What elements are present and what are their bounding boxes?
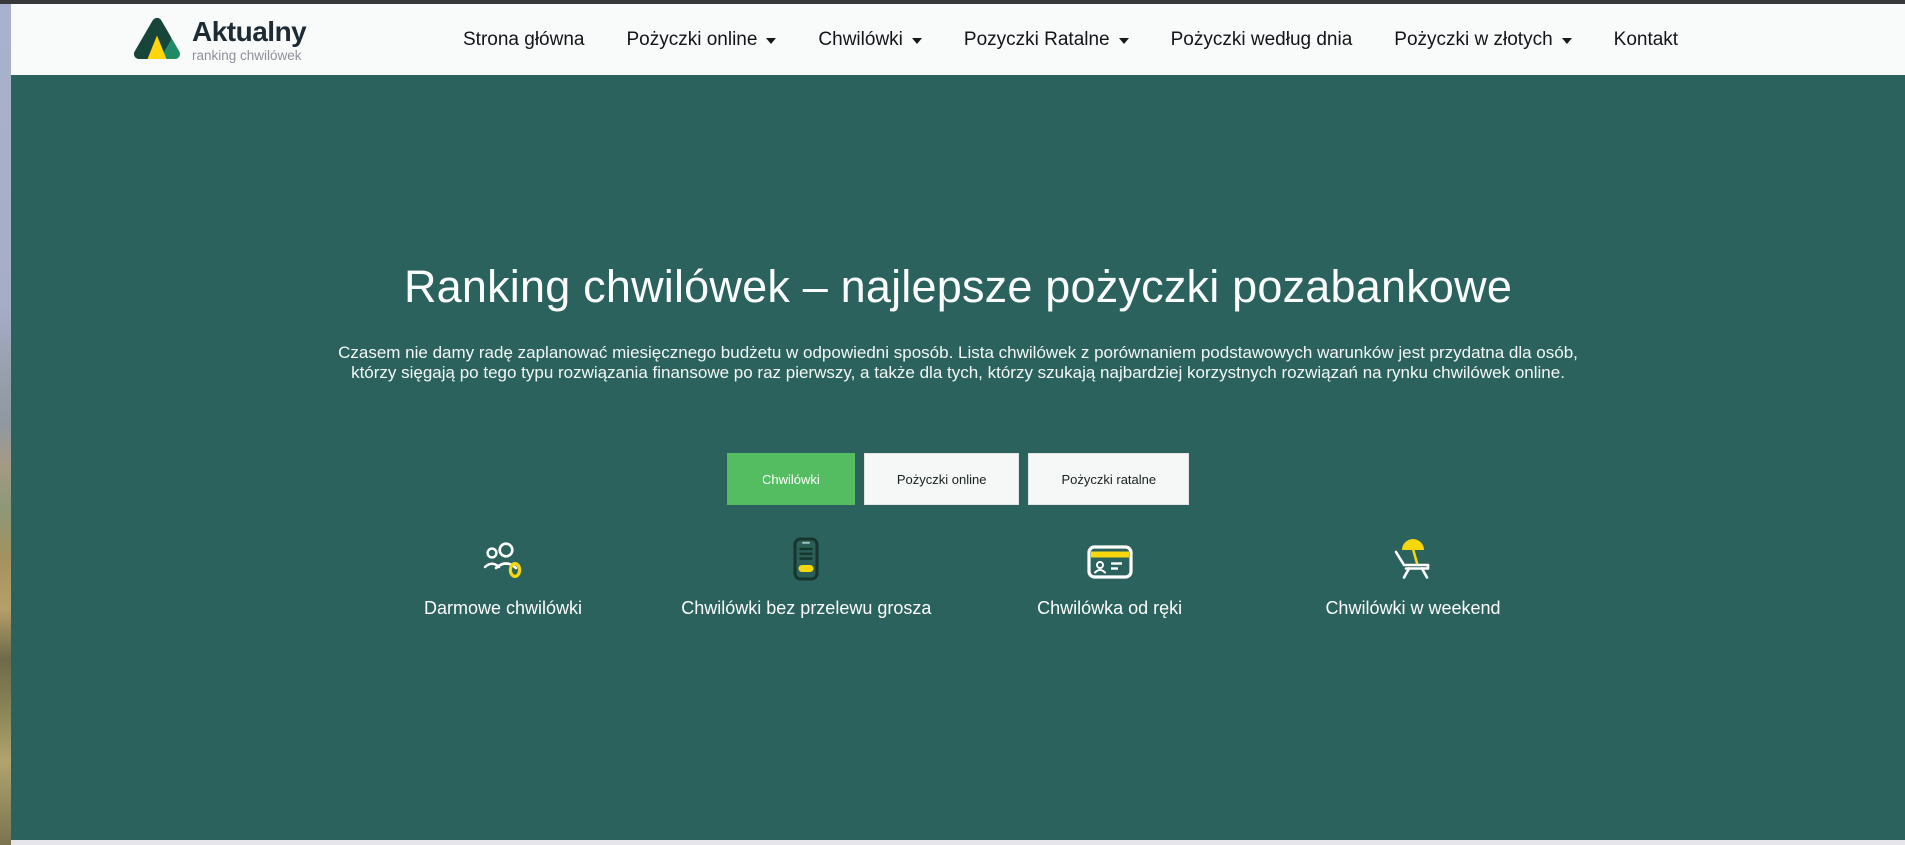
logo-triangle-icon [133,15,181,66]
chevron-down-icon [1118,38,1129,44]
phone-icon [789,533,823,581]
feature-label: Chwilówki bez przelewu grosza [681,598,932,618]
bottom-strip [11,840,1905,845]
nav-item-label: Chwilówki [818,28,903,50]
main-menu: Strona główna Pożyczki online Chwilówki [463,4,1678,75]
nav-item[interactable]: Pożyczki w złotych [1394,28,1572,51]
feature-label: Chwilówka od ręki [1037,598,1183,618]
desktop-wallpaper-strip [0,0,11,845]
nav-item-label: Pożyczki online [626,28,758,50]
logo-title: Aktualny [192,16,307,48]
feature-label: Chwilówki w weekend [1325,598,1501,618]
feature-row: Darmowe chwilówki Chwilówki bez przelewu… [352,533,1564,619]
people-zero-icon [480,533,526,581]
logo-subtitle: ranking chwilówek [192,47,302,63]
category-button[interactable]: Pożyczki ratalne [1028,453,1190,505]
nav-item-label: Pożyczki w złotych [1394,28,1553,50]
desktop-screen: Aktualny ranking chwilówek Strona główna… [0,0,1905,845]
category-button[interactable]: Chwilówki [726,453,855,505]
nav-item-label: Strona główna [463,28,585,50]
chevron-down-icon [911,38,922,44]
id-card-icon [1086,533,1134,581]
nav-item[interactable]: Pozyczki Ratalne [964,29,1129,51]
nav-item[interactable]: Kontakt [1614,29,1678,51]
feature-item[interactable]: Chwilówka od ręki [959,533,1261,619]
feature-item[interactable]: Chwilówki bez przelewu grosza [655,533,957,619]
category-button-label: Chwilówki [761,471,820,487]
page-title: Ranking chwilówek – najlepsze pożyczki p… [403,261,1513,312]
hero-description: Czasem nie damy radę zaplanować miesięcz… [338,343,1578,382]
nav-item-label: Pożyczki według dnia [1170,28,1353,50]
nav-item-label: Kontakt [1613,28,1679,50]
browser-page: Aktualny ranking chwilówek Strona główna… [11,4,1905,845]
nav-item[interactable]: Strona główna [463,29,584,51]
feature-label: Darmowe chwilówki [423,598,583,618]
nav-item[interactable]: Chwilówki [818,28,922,51]
chevron-down-icon [1561,38,1572,44]
feature-item[interactable]: Darmowe chwilówki [352,533,654,619]
nav-item[interactable]: Pożyczki online [626,28,777,51]
category-button-label: Pożyczki ratalne [1061,471,1157,487]
logo[interactable]: Aktualny ranking chwilówek [133,15,307,66]
category-button[interactable]: Pożyczki online [863,453,1020,505]
beach-chair-icon [1390,533,1436,581]
hero-section: Ranking chwilówek – najlepsze pożyczki p… [11,75,1905,840]
category-buttons: Chwilówki Pożyczki online Pożyczki ratal… [11,453,1905,505]
chevron-down-icon [766,38,777,44]
nav-item[interactable]: Pożyczki według dnia [1171,29,1353,51]
nav-item-label: Pozyczki Ratalne [963,28,1110,50]
navbar: Aktualny ranking chwilówek Strona główna… [11,4,1905,75]
category-button-label: Pożyczki online [896,471,987,487]
feature-item[interactable]: Chwilówki w weekend [1262,533,1564,619]
